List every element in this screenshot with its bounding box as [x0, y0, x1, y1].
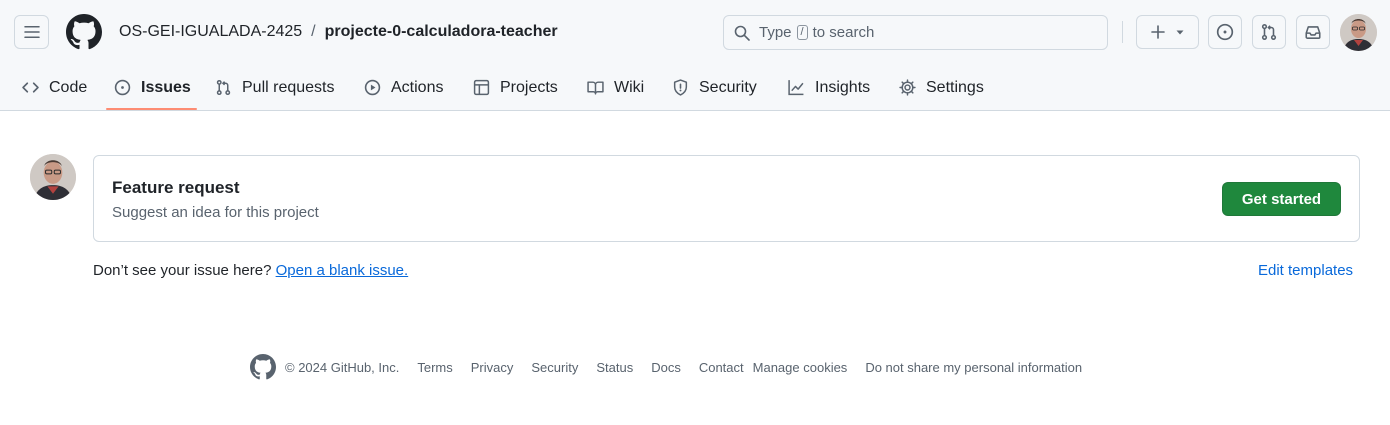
code-icon — [22, 82, 39, 93]
pull-request-icon — [216, 79, 231, 96]
footer-link-manage-cookies[interactable]: Manage cookies — [753, 360, 848, 375]
footer-link-privacy[interactable]: Privacy — [471, 360, 514, 375]
shield-icon — [673, 79, 688, 96]
breadcrumb-separator: / — [311, 23, 316, 40]
tab-projects[interactable]: Projects — [473, 64, 558, 111]
search-shortcut-key: / — [796, 25, 808, 40]
footer-copyright: © 2024 GitHub, Inc. — [285, 359, 400, 375]
tab-label: Insights — [815, 78, 871, 96]
pull-requests-button[interactable] — [1252, 15, 1286, 49]
top-bar: OS-GEI-IGUALADA-2425 / projecte-0-calcul… — [0, 0, 1390, 64]
active-tab-indicator — [106, 108, 197, 110]
footer: © 2024 GitHub, Inc. Terms Privacy Securi… — [250, 354, 1082, 380]
issue-template-card: Feature request Suggest an idea for this… — [93, 155, 1360, 242]
tab-label: Wiki — [614, 78, 645, 96]
inbox-icon — [1305, 26, 1321, 39]
breadcrumb-owner[interactable]: OS-GEI-IGUALADA-2425 — [119, 22, 302, 42]
issues-button[interactable] — [1208, 15, 1242, 49]
tab-wiki[interactable]: Wiki — [587, 64, 644, 111]
header-divider — [1122, 21, 1123, 43]
tab-label: Code — [49, 78, 88, 96]
github-logo-icon[interactable] — [66, 14, 102, 50]
inbox-button[interactable] — [1296, 15, 1330, 49]
git-pull-request-icon — [1261, 24, 1277, 40]
get-started-button[interactable]: Get started — [1222, 182, 1341, 216]
blank-issue-line: Don’t see your issue here? Open a blank … — [93, 262, 408, 279]
tab-code[interactable]: Code — [22, 64, 87, 111]
menu-button[interactable] — [14, 15, 49, 49]
footer-link-security[interactable]: Security — [531, 360, 578, 375]
search-input[interactable]: Type / to search — [723, 15, 1108, 50]
graph-icon — [788, 80, 804, 96]
tab-settings[interactable]: Settings — [899, 64, 984, 111]
repo-header: OS-GEI-IGUALADA-2425 / projecte-0-calcul… — [0, 0, 1390, 111]
open-blank-issue-link[interactable]: Open a blank issue. — [276, 262, 409, 279]
edit-templates-link[interactable]: Edit templates — [1258, 262, 1353, 279]
search-text-before: Type — [759, 24, 792, 41]
avatar-image — [1340, 14, 1377, 51]
issue-icon — [114, 79, 131, 96]
table-icon — [473, 79, 490, 96]
tab-label: Issues — [141, 78, 191, 96]
tab-actions[interactable]: Actions — [364, 64, 443, 111]
hamburger-icon — [23, 26, 40, 38]
tab-issues[interactable]: Issues — [114, 64, 191, 111]
footer-link-docs[interactable]: Docs — [651, 360, 681, 375]
tab-pull-requests[interactable]: Pull requests — [215, 64, 335, 111]
avatar-image — [30, 154, 76, 200]
breadcrumb-repo[interactable]: projecte-0-calculadora-teacher — [325, 22, 558, 42]
breadcrumb: OS-GEI-IGUALADA-2425 / projecte-0-calcul… — [119, 22, 558, 42]
footer-link-do-not-share[interactable]: Do not share my personal information — [865, 360, 1082, 375]
tab-label: Security — [699, 78, 757, 96]
play-icon — [364, 79, 381, 96]
tab-label: Actions — [391, 78, 444, 96]
tab-insights[interactable]: Insights — [787, 64, 870, 111]
search-text-after: to search — [812, 24, 875, 41]
author-avatar — [30, 154, 76, 200]
create-new-button[interactable] — [1136, 15, 1199, 49]
tab-security[interactable]: Security — [672, 64, 757, 111]
tab-label: Settings — [926, 78, 984, 96]
footer-link-terms[interactable]: Terms — [417, 360, 452, 375]
blank-issue-prompt: Don’t see your issue here? — [93, 262, 276, 279]
template-title: Feature request — [112, 178, 240, 197]
caret-down-icon — [1176, 30, 1184, 35]
tab-label: Projects — [500, 78, 558, 96]
search-icon — [734, 25, 750, 41]
github-logo-icon[interactable] — [250, 354, 276, 380]
plus-icon — [1150, 25, 1165, 39]
issue-opened-icon — [1216, 23, 1234, 41]
user-avatar[interactable] — [1340, 14, 1377, 51]
book-icon — [587, 81, 604, 95]
footer-link-contact[interactable]: Contact — [699, 360, 744, 375]
gear-icon — [899, 79, 916, 96]
footer-link-status[interactable]: Status — [596, 360, 633, 375]
tab-label: Pull requests — [242, 78, 335, 96]
repo-nav: Code Issues Pull requests Actions Projec… — [0, 64, 1390, 111]
template-description: Suggest an idea for this project — [112, 204, 319, 221]
